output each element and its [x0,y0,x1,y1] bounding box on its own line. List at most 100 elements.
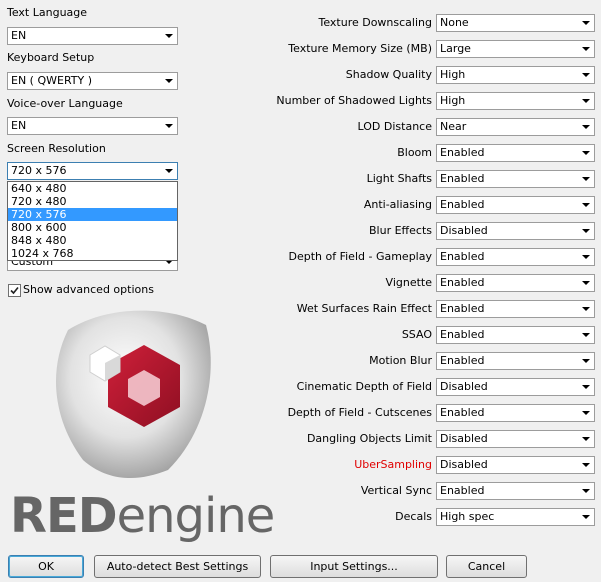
setting-value: Near [440,120,467,133]
setting-select[interactable]: Enabled [436,274,595,292]
setting-value: None [440,16,469,29]
setting-value: Disabled [440,458,488,471]
chevron-down-icon [582,151,590,155]
chevron-down-icon [582,437,590,441]
autodetect-button[interactable]: Auto-detect Best Settings [94,555,261,578]
chevron-down-icon [582,489,590,493]
screen-resolution-select[interactable]: 720 x 576 [7,162,178,180]
keyboard-setup-label: Keyboard Setup [7,51,95,64]
chevron-down-icon [582,177,590,181]
setting-label: Bloom [397,146,432,159]
setting-label: Blur Effects [369,224,432,237]
text-language-select[interactable]: EN [7,27,178,45]
voiceover-language-label: Voice-over Language [7,97,123,110]
setting-select[interactable]: Disabled [436,430,595,448]
setting-select[interactable]: High [436,92,595,110]
resolution-option[interactable]: 640 x 480 [8,182,177,195]
setting-select[interactable]: Enabled [436,170,595,188]
show-advanced-label: Show advanced options [23,283,154,296]
setting-select[interactable]: Enabled [436,352,595,370]
chevron-down-icon [165,34,173,38]
resolution-option[interactable]: 720 x 480 [8,195,177,208]
setting-select[interactable]: High [436,66,595,84]
checkmark-icon [10,286,19,295]
setting-select[interactable]: Disabled [436,456,595,474]
setting-select[interactable]: Enabled [436,300,595,318]
input-settings-button[interactable]: Input Settings... [270,555,438,578]
setting-label: Depth of Field - Cutscenes [287,406,432,419]
setting-value: Enabled [440,328,485,341]
setting-label: Vertical Sync [360,484,432,497]
setting-value: Enabled [440,302,485,315]
resolution-option[interactable]: 1024 x 768 [8,247,177,260]
ok-button[interactable]: OK [8,555,84,578]
chevron-down-icon [582,203,590,207]
resolution-option[interactable]: 800 x 600 [8,221,177,234]
chevron-down-icon [165,124,173,128]
setting-label: Number of Shadowed Lights [276,94,432,107]
setting-label: Wet Surfaces Rain Effect [296,302,432,315]
redengine-wordmark: REDengine [10,488,276,544]
setting-value: Enabled [440,354,485,367]
setting-value: Disabled [440,224,488,237]
chevron-down-icon [582,333,590,337]
chevron-down-icon [582,463,590,467]
chevron-down-icon [582,21,590,25]
chevron-down-icon [582,255,590,259]
chevron-down-icon [582,73,590,77]
setting-select[interactable]: Enabled [436,482,595,500]
chevron-down-icon [582,385,590,389]
setting-label: SSAO [401,328,432,341]
setting-value: Disabled [440,380,488,393]
setting-value: Enabled [440,250,485,263]
chevron-down-icon [582,281,590,285]
screen-resolution-value: 720 x 576 [11,163,177,179]
redengine-logo-icon [56,310,211,479]
setting-select[interactable]: None [436,14,595,32]
chevron-down-icon [582,47,590,51]
setting-label: Texture Downscaling [318,16,432,29]
setting-label: Light Shafts [366,172,432,185]
setting-select[interactable]: Enabled [436,326,595,344]
setting-select[interactable]: Near [436,118,595,136]
setting-value: Large [440,42,471,55]
chevron-down-icon [165,79,173,83]
chevron-down-icon [582,359,590,363]
show-advanced-checkbox[interactable] [8,284,21,297]
setting-value: High spec [440,510,495,523]
setting-select[interactable]: Enabled [436,404,595,422]
logo-engine-text: engine [116,488,276,544]
setting-value: Enabled [440,484,485,497]
setting-select[interactable]: Disabled [436,222,595,240]
setting-label: LOD Distance [357,120,432,133]
screen-resolution-label: Screen Resolution [7,142,106,155]
screen-resolution-dropdown: 640 x 480 720 x 480 720 x 576 800 x 600 848 … [7,181,178,261]
setting-select[interactable]: Enabled [436,196,595,214]
voiceover-language-value: EN [11,119,27,132]
setting-select[interactable]: Disabled [436,378,595,396]
voiceover-language-select[interactable]: EN [7,117,178,135]
resolution-option[interactable]: 720 x 576 [8,208,177,221]
setting-select[interactable]: Large [436,40,595,58]
chevron-down-icon [582,411,590,415]
keyboard-setup-select[interactable]: EN ( QWERTY ) [7,72,178,90]
setting-value: Enabled [440,276,485,289]
setting-label: Vignette [385,276,432,289]
setting-value: High [440,94,466,107]
setting-value: High [440,68,466,81]
setting-select[interactable]: High spec [436,508,595,526]
setting-select[interactable]: Enabled [436,144,595,162]
chevron-down-icon [582,515,590,519]
setting-label: Dangling Objects Limit [306,432,432,445]
chevron-down-icon [582,229,590,233]
setting-select[interactable]: Enabled [436,248,595,266]
setting-label: Anti-aliasing [363,198,432,211]
keyboard-setup-value: EN ( QWERTY ) [11,74,93,87]
chevron-down-icon [582,125,590,129]
resolution-option[interactable]: 848 x 480 [8,234,177,247]
cancel-button[interactable]: Cancel [446,555,527,578]
setting-value: Enabled [440,146,485,159]
logo-red-text: RED [10,488,118,544]
setting-value: Enabled [440,172,485,185]
chevron-down-icon [582,99,590,103]
